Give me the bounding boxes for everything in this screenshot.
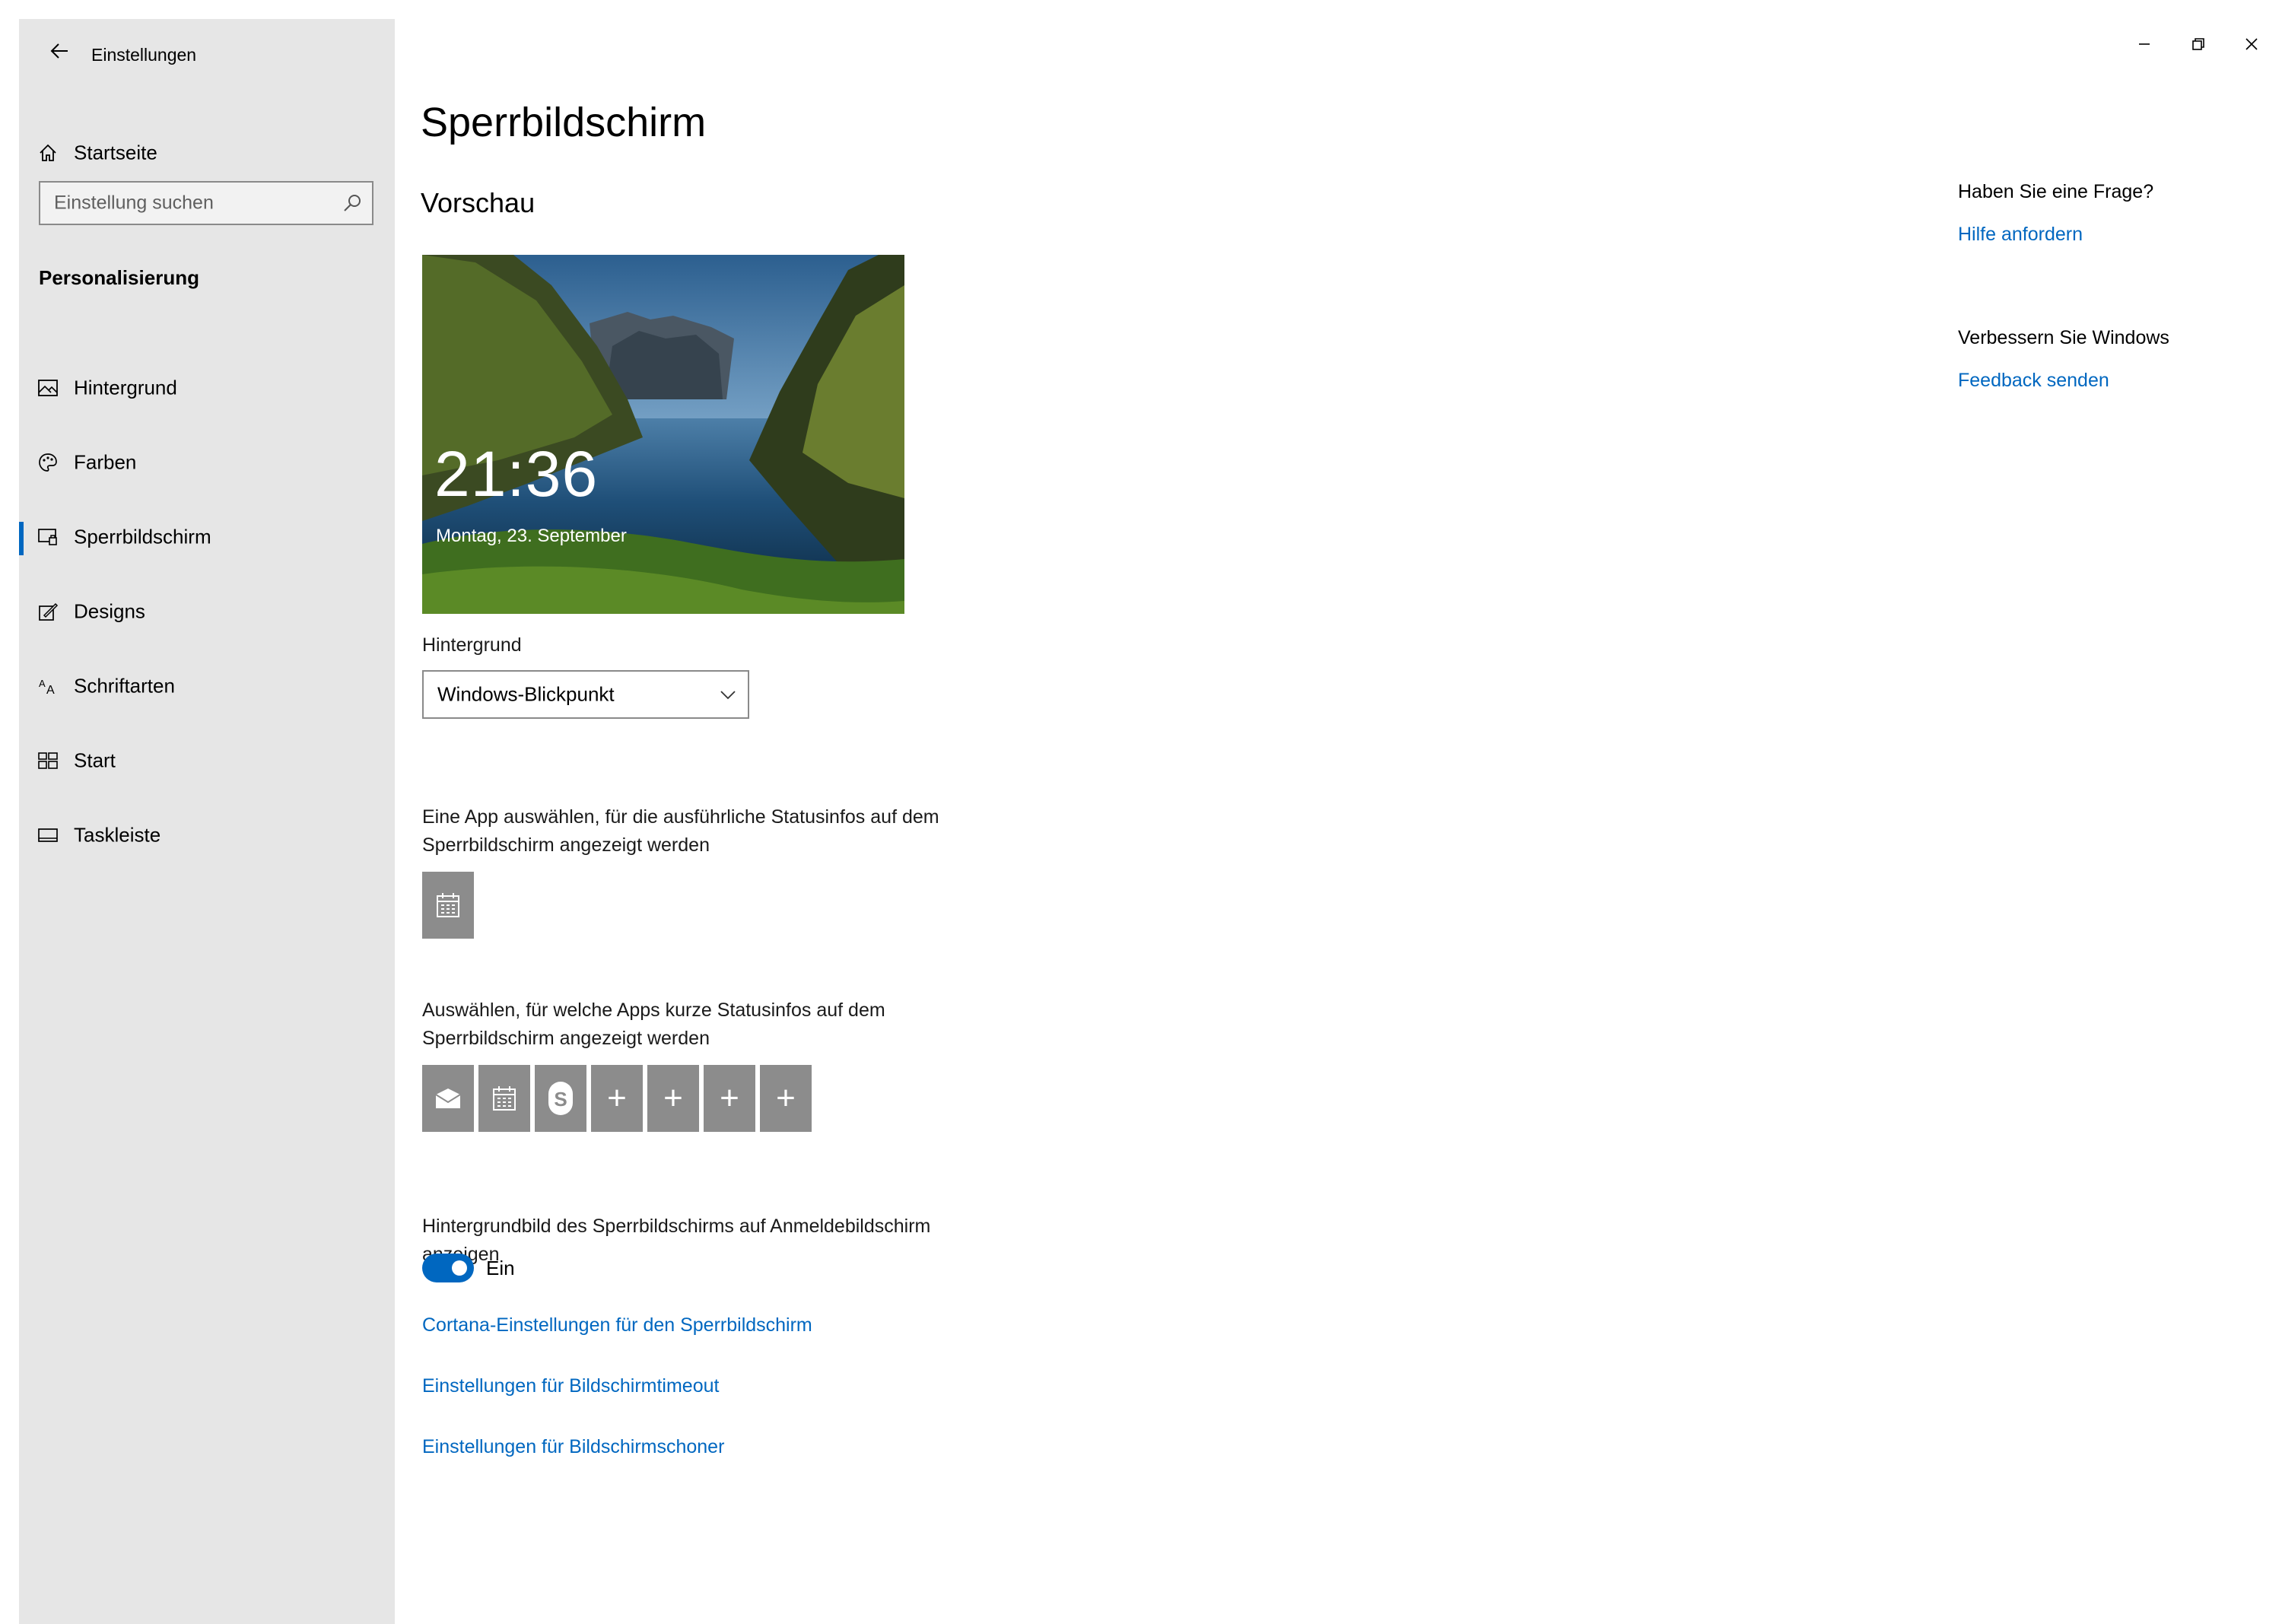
signin-bg-toggle[interactable] — [422, 1254, 474, 1282]
back-arrow-icon — [50, 43, 68, 59]
quick-app-add-slot[interactable]: + — [647, 1065, 699, 1132]
search-icon — [344, 195, 361, 211]
detailed-app-tile[interactable] — [422, 872, 474, 939]
sidebar-item-label: Sperrbildschirm — [74, 525, 211, 548]
fonts-icon: AA — [34, 672, 62, 700]
calendar-icon — [493, 1086, 516, 1111]
sidebar-item-label: Farben — [74, 450, 137, 474]
sidebar-item-sperrbildschirm[interactable]: Sperrbildschirm — [19, 507, 395, 567]
calendar-icon — [437, 893, 459, 917]
svg-text:A: A — [46, 684, 55, 696]
svg-text:S: S — [554, 1088, 567, 1111]
sidebar-item-designs[interactable]: Designs — [19, 581, 395, 642]
sidebar-item-label: Hintergrund — [74, 376, 177, 399]
restore-icon — [2192, 38, 2204, 50]
skype-icon: S — [548, 1082, 573, 1115]
window-title: Einstellungen — [91, 45, 197, 65]
screen-timeout-link[interactable]: Einstellungen für Bildschirmtimeout — [422, 1375, 719, 1397]
related-question: Haben Sie eine Frage? — [1958, 181, 2154, 202]
background-label: Hintergrund — [422, 634, 522, 656]
close-button[interactable] — [2236, 29, 2267, 59]
lockscreen-preview: 21:36 Montag, 23. September — [422, 255, 904, 614]
quick-app-add-slot[interactable]: + — [591, 1065, 643, 1132]
plus-icon: + — [663, 1079, 683, 1117]
screensaver-link[interactable]: Einstellungen für Bildschirmschoner — [422, 1436, 724, 1458]
lockscreen-icon — [34, 523, 62, 551]
active-indicator — [19, 522, 24, 555]
feedback-link[interactable]: Feedback senden — [1958, 370, 2109, 392]
home-icon — [34, 139, 62, 167]
main-content: Sperrbildschirm Vorschau 21:36 Montag, 2… — [395, 0, 2282, 1613]
search-placeholder: Einstellung suchen — [54, 192, 214, 214]
related-improve: Verbessern Sie Windows — [1958, 327, 2169, 348]
minimize-icon — [2139, 43, 2150, 45]
quick-app-skype[interactable]: S — [535, 1065, 586, 1132]
mail-icon — [435, 1088, 461, 1108]
themes-icon — [34, 598, 62, 625]
restore-button[interactable] — [2183, 29, 2214, 59]
quick-apps-description: Auswählen, für welche Apps kurze Statusi… — [422, 1000, 885, 1049]
minimize-button[interactable] — [2129, 29, 2160, 59]
taskbar-icon — [34, 822, 62, 849]
plus-icon: + — [720, 1079, 739, 1117]
svg-text:A: A — [39, 678, 46, 689]
page-title: Sperrbildschirm — [421, 100, 707, 145]
preview-heading: Vorschau — [421, 187, 536, 218]
quick-app-mail[interactable] — [422, 1065, 474, 1132]
chevron-down-icon — [720, 691, 736, 700]
background-dropdown[interactable]: Windows-Blickpunkt — [422, 670, 749, 719]
detailed-app-description: Eine App auswählen, für die ausführliche… — [422, 806, 939, 856]
background-value: Windows-Blickpunkt — [437, 682, 615, 706]
quick-app-add-slot[interactable]: + — [760, 1065, 812, 1132]
preview-date: Montag, 23. September — [436, 526, 627, 546]
picture-icon — [34, 374, 62, 402]
sidebar-item-farben[interactable]: Farben — [19, 432, 395, 493]
sidebar-item-home[interactable]: Startseite — [19, 122, 395, 183]
search-input[interactable]: Einstellung suchen — [39, 181, 373, 225]
sidebar: Einstellungen Startseite Einstellung suc… — [19, 19, 395, 1624]
plus-icon: + — [607, 1079, 627, 1117]
sidebar-item-label: Designs — [74, 599, 145, 623]
quick-app-calendar[interactable] — [478, 1065, 530, 1132]
quick-app-add-slot[interactable]: + — [704, 1065, 755, 1132]
sidebar-item-hintergrund[interactable]: Hintergrund — [19, 358, 395, 418]
toggle-knob — [452, 1260, 467, 1276]
section-heading: Personalisierung — [39, 266, 199, 289]
toggle-state-label: Ein — [486, 1257, 515, 1279]
plus-icon: + — [776, 1079, 796, 1117]
help-link[interactable]: Hilfe anfordern — [1958, 224, 2083, 246]
landscape-image — [422, 255, 904, 614]
back-button[interactable] — [33, 28, 86, 74]
sidebar-item-label: Schriftarten — [74, 674, 175, 698]
palette-icon — [34, 449, 62, 476]
start-icon — [34, 747, 62, 774]
sidebar-item-label: Start — [74, 748, 116, 772]
sidebar-item-start[interactable]: Start — [19, 730, 395, 791]
sidebar-item-label: Startseite — [74, 141, 157, 164]
sidebar-item-schriftarten[interactable]: AA Schriftarten — [19, 656, 395, 717]
preview-time: 21:36 — [434, 438, 599, 510]
close-icon — [2245, 38, 2258, 50]
cortana-settings-link[interactable]: Cortana-Einstellungen für den Sperrbilds… — [422, 1314, 812, 1336]
sidebar-item-label: Taskleiste — [74, 823, 161, 847]
sidebar-item-taskleiste[interactable]: Taskleiste — [19, 805, 395, 866]
